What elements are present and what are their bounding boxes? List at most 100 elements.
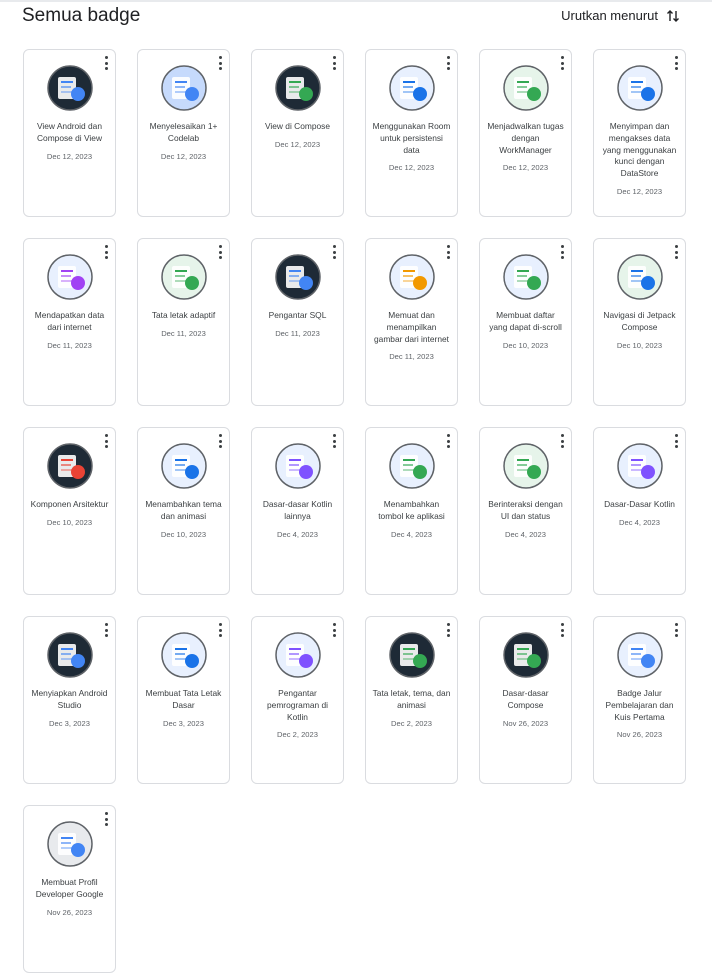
badge-name: Badge Jalur Pembelajaran dan Kuis Pertam… xyxy=(605,688,674,722)
more-options-icon[interactable] xyxy=(216,434,224,448)
badge-card[interactable]: Dasar-dasar Compose Nov 26, 2023 xyxy=(479,616,572,784)
more-options-icon[interactable] xyxy=(444,623,452,637)
badge-date: Dec 4, 2023 xyxy=(505,529,546,539)
badge-title: Menambahkan tema dan animasi Dec 10, 2023 xyxy=(144,499,223,540)
more-options-icon[interactable] xyxy=(102,245,110,259)
badge-date: Dec 3, 2023 xyxy=(163,718,204,728)
badge-name: Dasar-Dasar Kotlin xyxy=(604,499,675,509)
badge-card[interactable]: Mendapatkan data dari internet Dec 11, 20… xyxy=(23,238,116,406)
badge-name: Membuat Profil Developer Google xyxy=(35,877,104,899)
more-options-icon[interactable] xyxy=(444,434,452,448)
theme-animation-badge-icon xyxy=(161,443,207,489)
badge-card[interactable]: Dasar-Dasar Kotlin Dec 4, 2023 xyxy=(593,427,686,595)
more-options-icon[interactable] xyxy=(102,56,110,70)
more-options-icon[interactable] xyxy=(330,245,338,259)
badge-card[interactable]: Menjadwalkan tugas dengan WorkManager Dec… xyxy=(479,49,572,217)
badge-card[interactable]: Tata letak, tema, dan animasi Dec 2, 2023 xyxy=(365,616,458,784)
badge-date: Dec 11, 2023 xyxy=(161,328,206,338)
more-options-icon[interactable] xyxy=(216,245,224,259)
more-options-icon[interactable] xyxy=(672,623,680,637)
ui-state-badge-icon xyxy=(503,443,549,489)
badge-date: Dec 12, 2023 xyxy=(388,163,435,173)
badge-title: Membuat Profil Developer Google Nov 26, 2… xyxy=(30,877,109,918)
badge-date: Nov 26, 2023 xyxy=(46,907,93,917)
badge-date: Dec 12, 2023 xyxy=(616,186,663,196)
sort-arrows-icon xyxy=(667,9,679,22)
badge-card[interactable]: View Android dan Compose di View Dec 12, … xyxy=(23,49,116,217)
kotlin-basics-badge-icon xyxy=(617,443,663,489)
badge-name: Pengantar pemrograman di Kotlin xyxy=(267,688,328,722)
more-options-icon[interactable] xyxy=(216,623,224,637)
badge-name: Menggunakan Room untuk persistensi data xyxy=(372,121,451,155)
badge-name: Menyelesaikan 1+ Codelab xyxy=(149,121,218,143)
sort-button[interactable]: Urutkan menurut xyxy=(561,8,680,23)
badge-card[interactable]: Membuat Tata Letak Dasar Dec 3, 2023 xyxy=(137,616,230,784)
badge-card[interactable]: Komponen Arsitektur Dec 10, 2023 xyxy=(23,427,116,595)
badge-card[interactable]: View di Compose Dec 12, 2023 xyxy=(251,49,344,217)
badge-card[interactable]: Menambahkan tombol ke aplikasi Dec 4, 202… xyxy=(365,427,458,595)
kotlin-intro-badge-icon xyxy=(275,632,321,678)
badge-card[interactable]: Menambahkan tema dan animasi Dec 10, 2023 xyxy=(137,427,230,595)
badge-name: Berinteraksi dengan UI dan status xyxy=(488,499,563,521)
pathway-quiz-badge-icon xyxy=(617,632,663,678)
badge-card[interactable]: Pengantar SQL Dec 11, 2023 xyxy=(251,238,344,406)
badge-date: Dec 3, 2023 xyxy=(49,718,90,728)
badge-card[interactable]: Menyimpan dan mengakses data yang menggu… xyxy=(593,49,686,217)
badge-card[interactable]: Memuat dan menampilkan gambar dari inter… xyxy=(365,238,458,406)
android-studio-badge-icon xyxy=(47,632,93,678)
navigation-badge-icon xyxy=(617,254,663,300)
more-options-icon[interactable] xyxy=(102,623,110,637)
badge-title: Pengantar pemrograman di Kotlin Dec 2, 20… xyxy=(258,688,337,741)
more-options-icon[interactable] xyxy=(330,623,338,637)
badge-name: Pengantar SQL xyxy=(268,310,327,320)
badge-card[interactable]: Menyelesaikan 1+ Codelab Dec 12, 2023 xyxy=(137,49,230,217)
badge-card[interactable]: Badge Jalur Pembelajaran dan Kuis Pertam… xyxy=(593,616,686,784)
android-compose-badge-icon xyxy=(47,65,93,111)
badge-card[interactable]: Tata letak adaptif Dec 11, 2023 xyxy=(137,238,230,406)
badge-title: Badge Jalur Pembelajaran dan Kuis Pertam… xyxy=(600,688,679,741)
badge-date: Dec 10, 2023 xyxy=(502,340,549,350)
adaptive-layout-badge-icon xyxy=(161,254,207,300)
badge-card[interactable]: Navigasi di Jetpack Compose Dec 10, 2023 xyxy=(593,238,686,406)
kotlin-more-badge-icon xyxy=(275,443,321,489)
more-options-icon[interactable] xyxy=(330,56,338,70)
badge-title: Menyelesaikan 1+ Codelab Dec 12, 2023 xyxy=(144,121,223,162)
badge-title: Menjadwalkan tugas dengan WorkManager Dec… xyxy=(486,121,565,174)
add-button-badge-icon xyxy=(389,443,435,489)
more-options-icon[interactable] xyxy=(330,434,338,448)
badge-name: Menjadwalkan tugas dengan WorkManager xyxy=(487,121,564,155)
more-options-icon[interactable] xyxy=(672,434,680,448)
more-options-icon[interactable] xyxy=(558,434,566,448)
badge-card[interactable]: Menggunakan Room untuk persistensi data D… xyxy=(365,49,458,217)
room-database-badge-icon xyxy=(389,65,435,111)
more-options-icon[interactable] xyxy=(102,812,110,826)
badge-title: Dasar-dasar Compose Nov 26, 2023 xyxy=(486,688,565,729)
sql-badge-icon xyxy=(275,254,321,300)
more-options-icon[interactable] xyxy=(216,56,224,70)
badge-card[interactable]: Pengantar pemrograman di Kotlin Dec 2, 20… xyxy=(251,616,344,784)
more-options-icon[interactable] xyxy=(558,623,566,637)
badge-name: Tata letak, tema, dan animasi xyxy=(372,688,451,710)
badge-date: Dec 10, 2023 xyxy=(46,517,93,527)
more-options-icon[interactable] xyxy=(102,434,110,448)
load-images-badge-icon xyxy=(389,254,435,300)
badge-name: View Android dan Compose di View xyxy=(36,121,103,143)
more-options-icon[interactable] xyxy=(444,245,452,259)
badge-title: Tata letak adaptif Dec 11, 2023 xyxy=(144,310,223,340)
badge-card[interactable]: Menyiapkan Android Studio Dec 3, 2023 xyxy=(23,616,116,784)
badge-card[interactable]: Membuat Profil Developer Google Nov 26, 2… xyxy=(23,805,116,973)
more-options-icon[interactable] xyxy=(558,56,566,70)
layout-theme-badge-icon xyxy=(389,632,435,678)
badge-card[interactable]: Berinteraksi dengan UI dan status Dec 4, … xyxy=(479,427,572,595)
more-options-icon[interactable] xyxy=(558,245,566,259)
more-options-icon[interactable] xyxy=(672,245,680,259)
badge-date: Nov 26, 2023 xyxy=(616,730,663,740)
badge-card[interactable]: Membuat daftar yang dapat di-scroll Dec 1… xyxy=(479,238,572,406)
badge-title: Menyimpan dan mengakses data yang menggu… xyxy=(600,121,679,198)
more-options-icon[interactable] xyxy=(672,56,680,70)
badge-date: Dec 10, 2023 xyxy=(616,340,663,350)
badge-card[interactable]: Dasar-dasar Kotlin lainnya Dec 4, 2023 xyxy=(251,427,344,595)
more-options-icon[interactable] xyxy=(444,56,452,70)
badge-date: Dec 11, 2023 xyxy=(47,340,92,350)
badge-date: Dec 12, 2023 xyxy=(274,139,321,149)
